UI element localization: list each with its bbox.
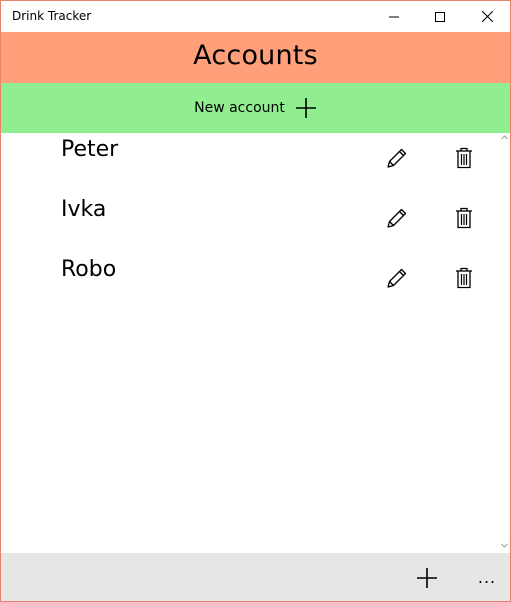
trash-icon: [456, 207, 472, 229]
edit-account-button[interactable]: [385, 146, 409, 170]
chevron-up-icon[interactable]: [501, 135, 508, 140]
new-account-label: New account: [194, 100, 285, 116]
trash-icon: [456, 267, 472, 289]
vertical-scrollbar[interactable]: [498, 133, 510, 553]
account-name: Ivka: [61, 197, 107, 222]
trash-icon: [456, 147, 472, 169]
pencil-icon: [387, 148, 407, 168]
chevron-down-icon[interactable]: [501, 543, 508, 548]
minimize-icon: [389, 16, 399, 17]
maximize-icon: [435, 11, 445, 22]
edit-account-button[interactable]: [385, 206, 409, 230]
page-title: Accounts: [193, 40, 318, 71]
account-name: Peter: [61, 137, 119, 162]
pencil-icon: [387, 208, 407, 228]
account-name: Robo: [61, 257, 117, 282]
plus-icon: [295, 97, 316, 118]
more-button[interactable]: ...: [473, 563, 501, 591]
close-button[interactable]: [464, 1, 510, 32]
title-bar[interactable]: Drink Tracker: [1, 1, 510, 32]
minimize-button[interactable]: [371, 1, 417, 32]
window-title: Drink Tracker: [12, 9, 92, 23]
app-window: Drink Tracker Accounts New account Peter…: [0, 0, 511, 602]
new-account-button[interactable]: New account: [1, 83, 510, 133]
accounts-list[interactable]: Peter Ivka Robo: [1, 133, 498, 553]
list-item[interactable]: Peter: [1, 133, 498, 193]
edit-account-button[interactable]: [385, 266, 409, 290]
delete-account-button[interactable]: [453, 146, 475, 170]
command-bar: ...: [1, 553, 510, 601]
list-item[interactable]: Ivka: [1, 193, 498, 253]
pencil-icon: [387, 268, 407, 288]
delete-account-button[interactable]: [453, 206, 475, 230]
list-item[interactable]: Robo: [1, 253, 498, 313]
delete-account-button[interactable]: [453, 266, 475, 290]
page-header: Accounts: [1, 32, 510, 83]
plus-icon: [417, 568, 437, 588]
add-button[interactable]: [413, 564, 441, 592]
close-icon: [481, 11, 493, 22]
maximize-button[interactable]: [417, 1, 463, 32]
